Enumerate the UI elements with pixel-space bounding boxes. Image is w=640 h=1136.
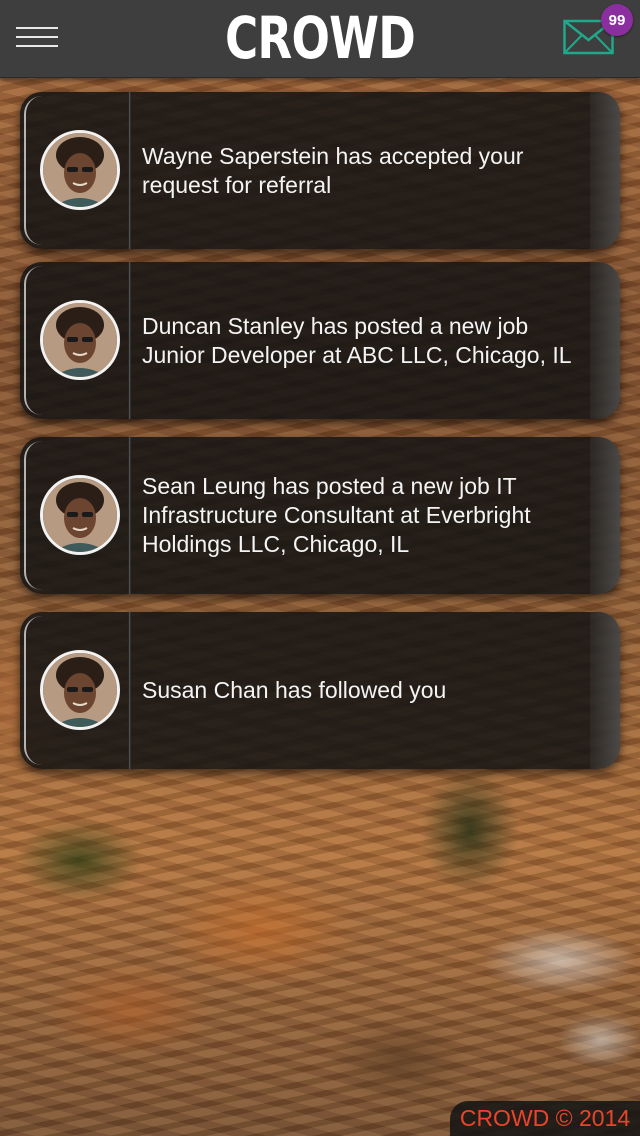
menu-button[interactable]	[16, 27, 58, 49]
notification-text: Duncan Stanley has posted a new job Juni…	[142, 312, 572, 368]
notification-card[interactable]: Susan Chan has followed you	[20, 612, 620, 769]
app-header: CROWD 99	[0, 0, 640, 78]
avatar	[40, 130, 120, 210]
notification-text: Susan Chan has followed you	[142, 677, 447, 703]
avatar	[40, 475, 120, 555]
app-title: CROWD	[224, 4, 416, 72]
copyright-footer: CROWD © 2014	[450, 1101, 640, 1136]
notification-card[interactable]: Duncan Stanley has posted a new job Juni…	[20, 262, 620, 419]
notification-text: Sean Leung has posted a new job IT Infra…	[142, 473, 531, 557]
notification-card[interactable]: Sean Leung has posted a new job IT Infra…	[20, 437, 620, 594]
hamburger-menu-icon	[16, 27, 58, 29]
notifications-screen: CROWD 99 Wayne Saperstein has accepted y…	[0, 0, 640, 1136]
notification-text: Wayne Saperstein has accepted your reque…	[142, 142, 524, 198]
notification-card[interactable]: Wayne Saperstein has accepted your reque…	[20, 92, 620, 249]
avatar	[40, 300, 120, 380]
unread-count-badge: 99	[601, 4, 633, 36]
avatar	[40, 650, 120, 730]
